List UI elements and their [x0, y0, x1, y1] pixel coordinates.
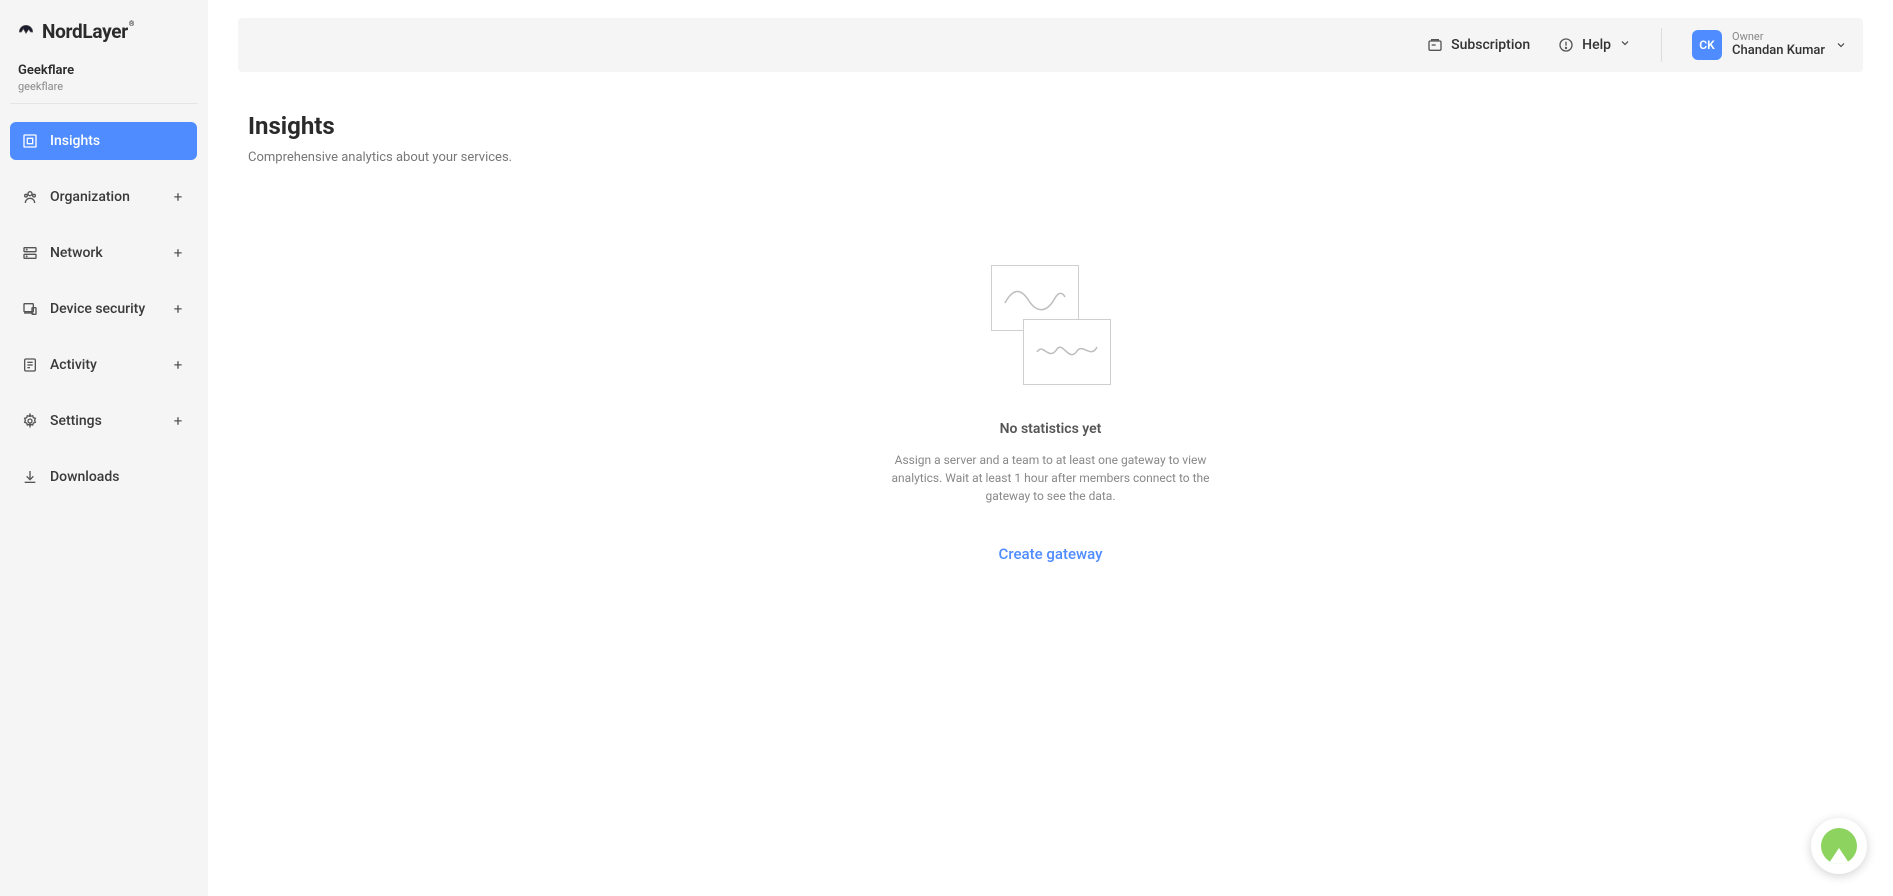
user-menu[interactable]: CK Owner Chandan Kumar — [1692, 30, 1847, 60]
empty-state: No statistics yet Assign a server and a … — [248, 265, 1853, 563]
expand-icon[interactable]: + — [171, 188, 185, 206]
user-role: Owner — [1732, 31, 1825, 44]
topbar-divider — [1661, 28, 1662, 62]
sidebar-item-activity[interactable]: Activity + — [10, 346, 197, 384]
sidebar-item-settings[interactable]: Settings + — [10, 402, 197, 440]
network-icon — [22, 245, 38, 261]
help-widget-button[interactable] — [1811, 818, 1867, 874]
nordlayer-logo-icon — [18, 24, 34, 40]
sidebar-item-insights[interactable]: Insights — [10, 122, 197, 160]
page-subtitle: Comprehensive analytics about your servi… — [248, 150, 1853, 165]
expand-icon[interactable]: + — [171, 356, 185, 374]
settings-icon — [22, 413, 38, 429]
device-security-icon — [22, 301, 38, 317]
organization-icon — [22, 189, 38, 205]
brand-name: NordLayer® — [42, 20, 134, 43]
chevron-down-icon — [1619, 37, 1631, 53]
empty-illustration-icon — [991, 265, 1111, 385]
help-label: Help — [1582, 37, 1611, 53]
subscription-label: Subscription — [1451, 37, 1530, 53]
sidebar-item-device-security[interactable]: Device security + — [10, 290, 197, 328]
sidebar-item-label: Organization — [50, 189, 130, 205]
create-gateway-link[interactable]: Create gateway — [999, 545, 1103, 563]
topbar: Subscription Help CK Owner Chandan Kumar — [238, 18, 1863, 72]
help-icon — [1558, 37, 1574, 53]
brand-logo[interactable]: NordLayer® — [10, 20, 197, 57]
expand-icon[interactable]: + — [171, 244, 185, 262]
sidebar-nav: Insights Organization + Network — [10, 122, 197, 510]
avatar: CK — [1692, 30, 1722, 60]
org-block[interactable]: Geekflare geekflare — [10, 57, 197, 104]
expand-icon[interactable]: + — [171, 300, 185, 318]
org-name: Geekflare — [18, 63, 189, 78]
sidebar-item-downloads[interactable]: Downloads — [10, 458, 197, 496]
subscription-icon — [1427, 37, 1443, 53]
user-name: Chandan Kumar — [1732, 44, 1825, 59]
insights-icon — [22, 133, 38, 149]
help-widget-icon — [1821, 828, 1857, 864]
org-slug: geekflare — [18, 80, 189, 93]
subscription-link[interactable]: Subscription — [1427, 37, 1530, 53]
sidebar: NordLayer® Geekflare geekflare Insights — [0, 0, 208, 896]
sidebar-item-network[interactable]: Network + — [10, 234, 197, 272]
sidebar-item-label: Activity — [50, 357, 97, 373]
sidebar-item-organization[interactable]: Organization + — [10, 178, 197, 216]
sidebar-item-label: Network — [50, 245, 103, 261]
sidebar-item-label: Downloads — [50, 469, 119, 485]
sidebar-item-label: Device security — [50, 301, 145, 317]
empty-title: No statistics yet — [1000, 421, 1102, 437]
empty-text: Assign a server and a team to at least o… — [881, 451, 1221, 505]
chevron-down-icon — [1835, 36, 1847, 55]
downloads-icon — [22, 469, 38, 485]
sidebar-item-label: Insights — [50, 133, 100, 149]
sidebar-item-label: Settings — [50, 413, 102, 429]
page-title: Insights — [248, 112, 1853, 140]
help-menu[interactable]: Help — [1558, 37, 1631, 53]
expand-icon[interactable]: + — [171, 412, 185, 430]
activity-icon — [22, 357, 38, 373]
